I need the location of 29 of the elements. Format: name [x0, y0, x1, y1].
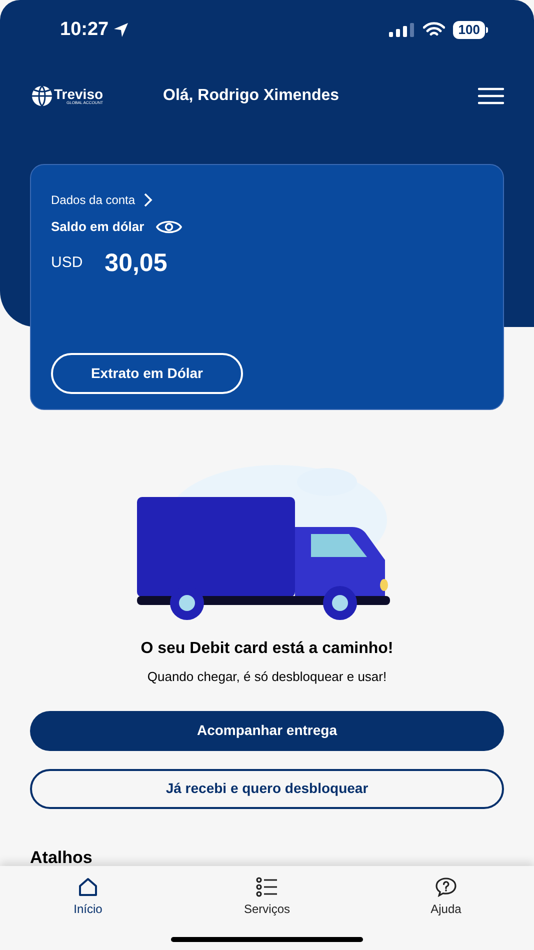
- globe-logo-icon: [30, 85, 54, 107]
- statement-button[interactable]: Extrato em Dólar: [51, 353, 243, 394]
- tab-item[interactable]: Ajuda: [408, 877, 484, 918]
- delivery-title: O seu Debit card está a caminho!: [140, 639, 394, 659]
- chevron-right-icon: [143, 193, 154, 207]
- account-details-link[interactable]: Dados da conta: [51, 191, 154, 209]
- greeting: Olá, Rodrigo Ximendes: [163, 86, 340, 106]
- balance-label: Saldo em dólar: [51, 218, 144, 236]
- visibility-button[interactable]: [156, 218, 182, 235]
- list-icon: [256, 877, 278, 897]
- balance-amount: 30,05: [104, 248, 168, 278]
- menu-button[interactable]: [478, 87, 504, 105]
- tab-item[interactable]: Serviços: [229, 877, 305, 918]
- unlock-card-button[interactable]: Já recebi e quero desbloquear: [30, 768, 504, 808]
- location-arrow-icon: [112, 22, 129, 38]
- logo-wordmark: Treviso: [54, 87, 104, 101]
- wifi-icon: [423, 22, 446, 38]
- eye-icon: [156, 218, 182, 235]
- track-delivery-button[interactable]: Acompanhar entrega: [30, 710, 504, 750]
- tab-item[interactable]: Início: [50, 877, 126, 918]
- signal-icon: [389, 23, 416, 37]
- battery-indicator: 100: [453, 21, 485, 39]
- clock: 10:27: [60, 18, 109, 42]
- shortcuts-heading: Atalhos: [30, 848, 94, 866]
- home-icon: [77, 877, 99, 897]
- currency-label: USD: [51, 253, 83, 273]
- help-icon: [435, 877, 457, 897]
- delivery-subtitle: Quando chegar, é só desbloquear e usar!: [146, 668, 388, 686]
- menu-icon: [478, 87, 504, 105]
